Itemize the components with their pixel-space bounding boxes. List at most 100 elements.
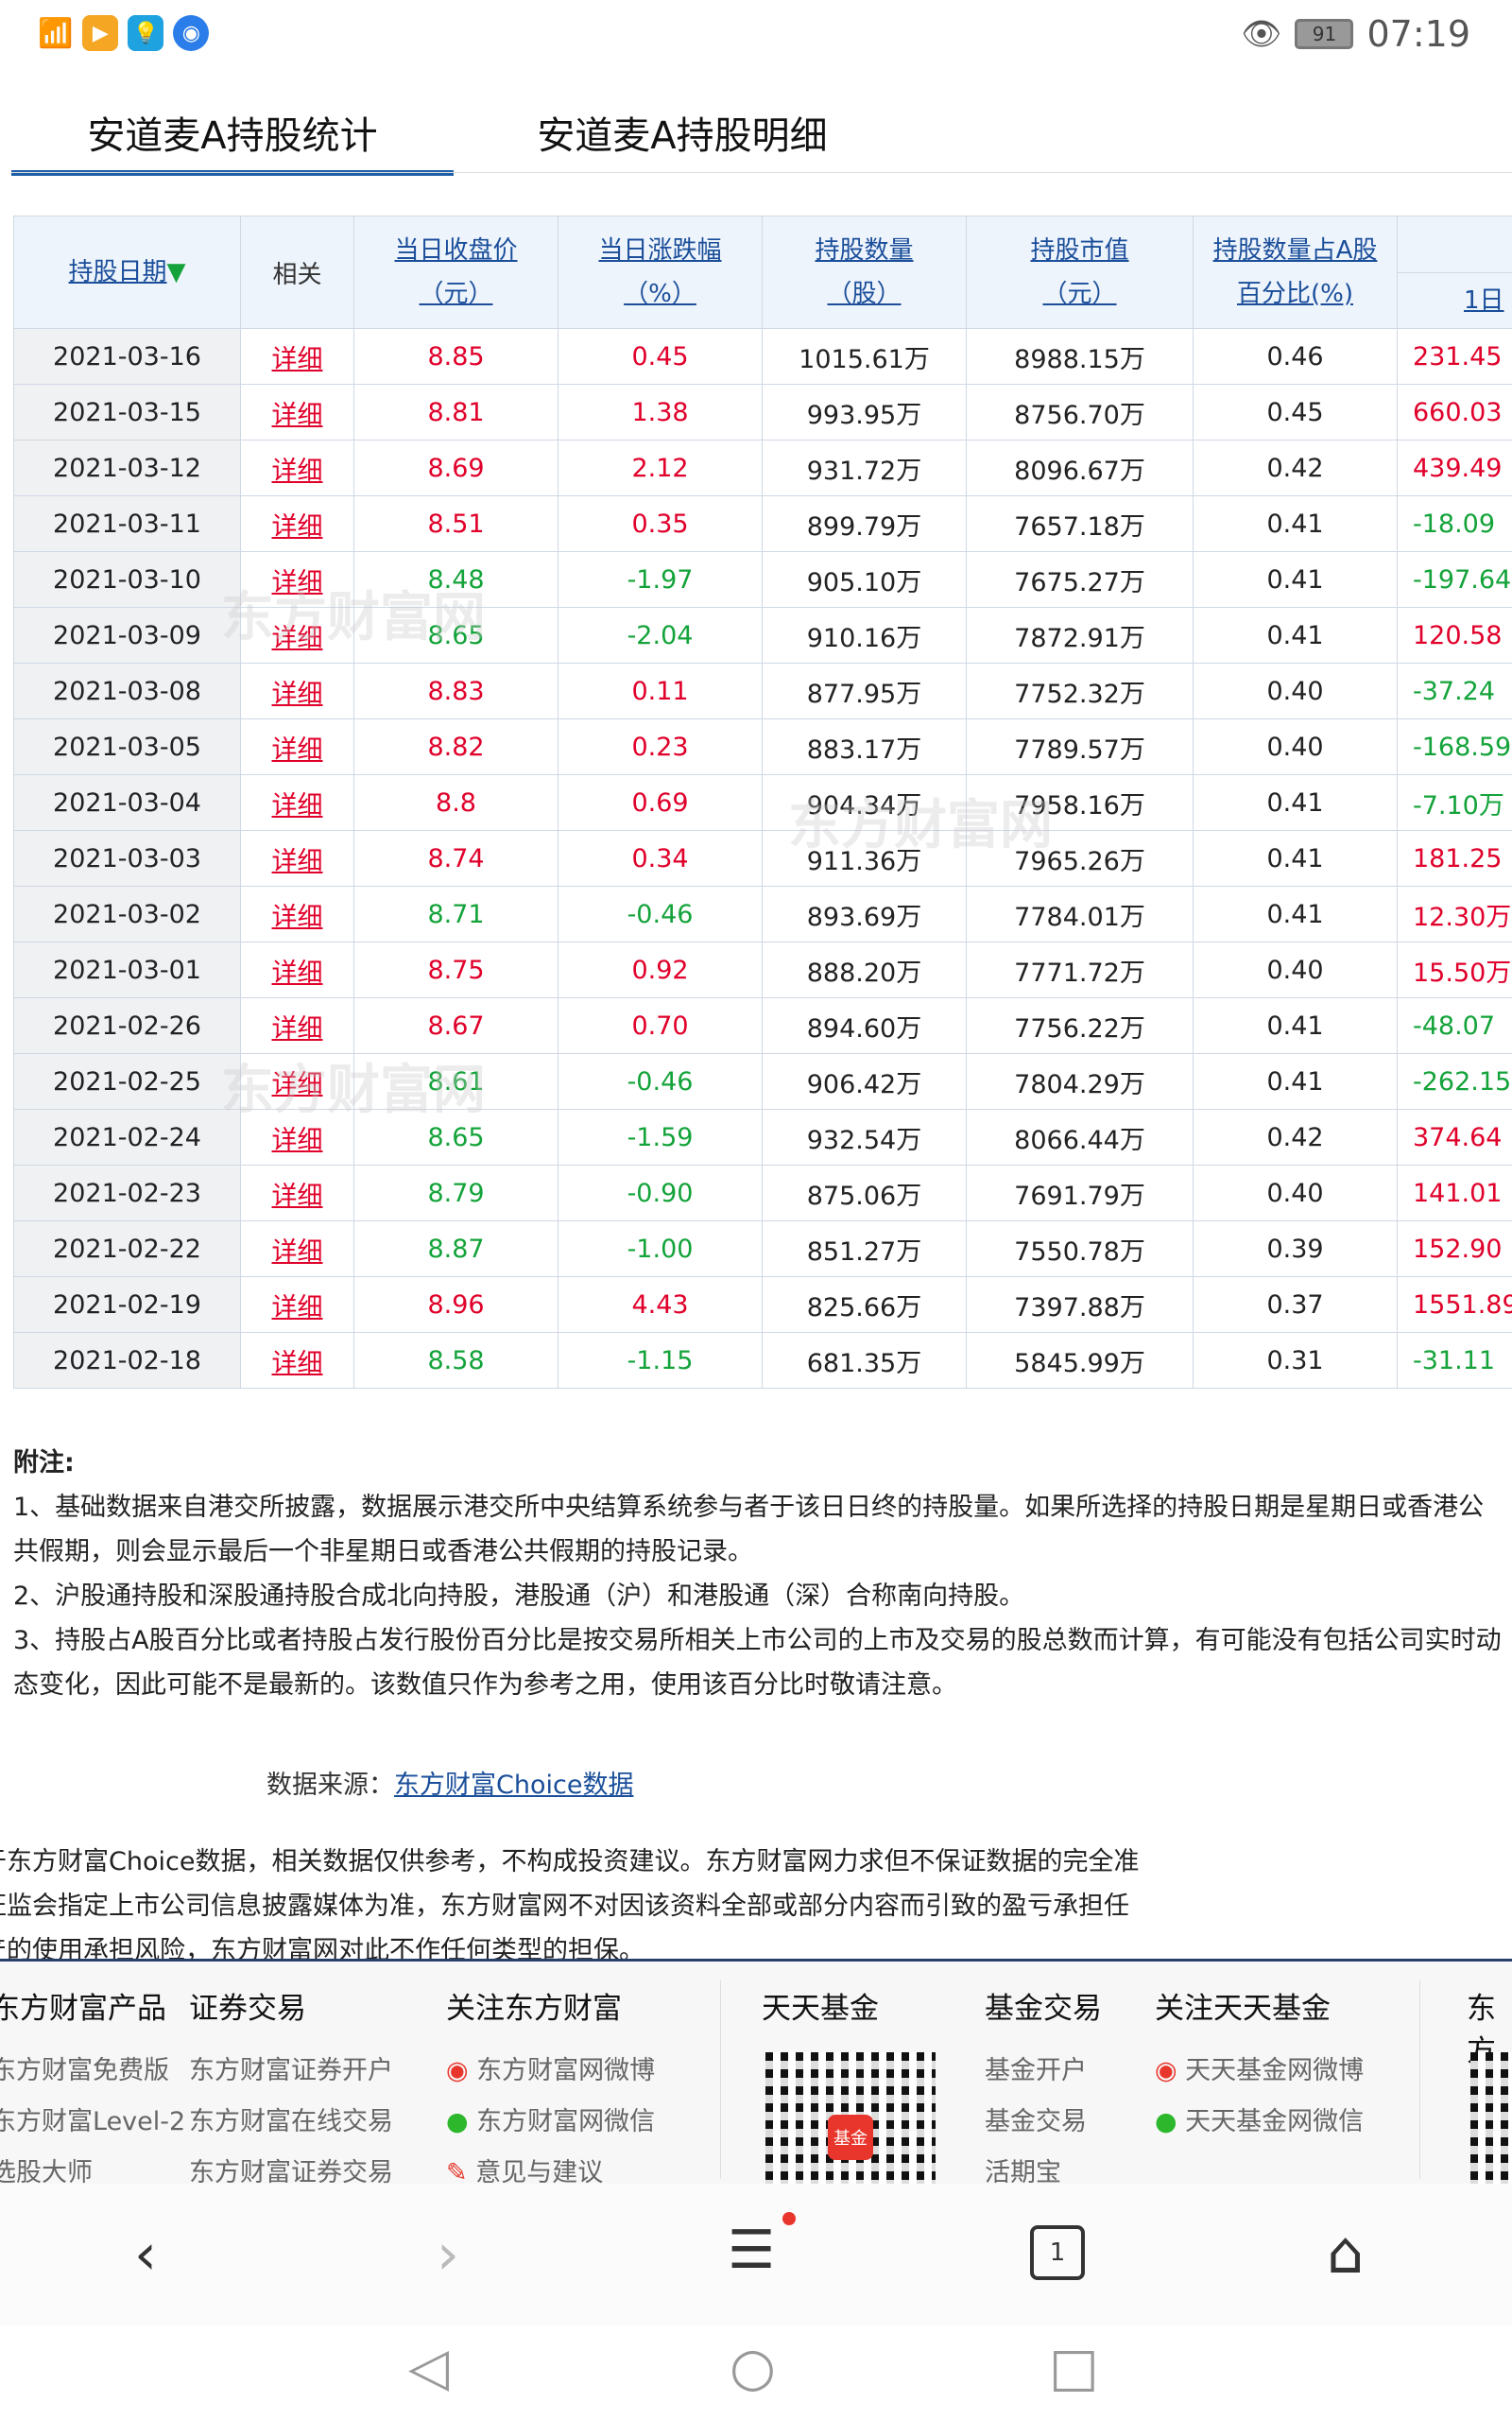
- cell-change-pct: 4.43: [558, 1276, 763, 1333]
- battery-indicator: 91: [1295, 19, 1354, 49]
- cell-date: 2021-03-08: [13, 663, 241, 719]
- footer-col-title: 东方财富产品: [0, 1992, 166, 2026]
- header-one-day[interactable]: 1日: [1397, 271, 1512, 329]
- system-recents-icon[interactable]: □: [1049, 2337, 1099, 2398]
- tab-holding-details[interactable]: 安道麦A持股明细: [465, 95, 900, 170]
- detail-link[interactable]: 详细: [240, 440, 354, 496]
- footer-link[interactable]: 基金开户: [985, 2046, 1102, 2097]
- detail-link[interactable]: 详细: [240, 1332, 354, 1389]
- footer-link[interactable]: 东方财富证券开户: [189, 2046, 393, 2097]
- forward-icon[interactable]: ›: [437, 2221, 459, 2288]
- footer-link-fund-wechat[interactable]: ● 天天基金网微信: [1155, 2097, 1364, 2148]
- header-close-price[interactable]: 当日收盘价 （元）: [353, 216, 558, 329]
- cell-shares: 1015.61万: [762, 328, 967, 385]
- cell-close-price: 8.71: [353, 886, 558, 942]
- menu-icon[interactable]: ☰: [728, 2220, 775, 2281]
- cell-one-day: 120.58: [1397, 607, 1512, 664]
- sort-down-arrow-icon: ▼: [166, 258, 186, 286]
- detail-link[interactable]: 详细: [240, 1165, 354, 1221]
- system-back-icon[interactable]: ◁: [408, 2337, 449, 2398]
- header-pct-of-a-shares[interactable]: 持股数量占A股 百分比(%): [1193, 216, 1398, 329]
- header-market-value[interactable]: 持股市值 （元）: [966, 216, 1194, 329]
- detail-link[interactable]: 详细: [240, 1053, 354, 1110]
- footer-link-feedback[interactable]: ✎ 意见与建议: [446, 2148, 655, 2187]
- cell-market-value: 7965.26万: [966, 830, 1194, 887]
- cell-change-pct: 0.70: [558, 997, 763, 1054]
- cell-one-day: 15.50万: [1397, 942, 1512, 998]
- detail-link[interactable]: 详细: [240, 384, 354, 441]
- detail-link[interactable]: 详细: [240, 886, 354, 942]
- footer-link[interactable]: 活期宝: [985, 2148, 1102, 2187]
- system-home-icon[interactable]: ○: [730, 2337, 776, 2398]
- table-row: 2021-03-05 详细 8.82 0.23 883.17万 7789.57万 0.40-…: [13, 718, 1512, 775]
- cell-close-price: 8.81: [353, 384, 558, 441]
- header-shares-line1: 持股数量: [815, 236, 914, 265]
- header-change-pct[interactable]: 当日涨跌幅 （%）: [558, 216, 763, 329]
- footer-link[interactable]: 东方财富证券交易: [189, 2148, 393, 2187]
- cell-one-day: 141.01: [1397, 1165, 1512, 1221]
- header-close-line2: （元）: [419, 280, 493, 308]
- header-change-line2: （%）: [624, 280, 696, 308]
- header-value-line2: （元）: [1042, 280, 1117, 308]
- tab-count-button[interactable]: 1: [1030, 2225, 1085, 2280]
- footer-link[interactable]: 东方财富在线交易: [189, 2097, 393, 2148]
- cell-market-value: 7784.01万: [966, 886, 1194, 942]
- detail-link[interactable]: 详细: [240, 830, 354, 887]
- detail-link[interactable]: 详细: [240, 1109, 354, 1166]
- table-row: 2021-02-19 详细 8.96 4.43 825.66万 7397.88万 0.37 1…: [13, 1276, 1512, 1333]
- detail-link[interactable]: 详细: [240, 328, 354, 385]
- holdings-table-container[interactable]: 持股日期▼ 相关 当日收盘价 （元） 当日涨跌幅 （%） 持股数量 （股） 持股…: [13, 216, 1512, 1393]
- table-row: 2021-03-10 详细 8.48 -1.97 905.10万 7675.27万 0.41…: [13, 551, 1512, 608]
- header-date-label: 持股日期: [68, 258, 167, 286]
- footer-link-wechat[interactable]: ● 东方财富网微信: [446, 2097, 655, 2148]
- footer-link[interactable]: 东方财富Level-2: [0, 2097, 185, 2148]
- table-row: 2021-03-04 详细 8.8 0.69 904.34万 7958.16万 0.41 -7…: [13, 774, 1512, 831]
- cell-close-price: 8.61: [353, 1053, 558, 1110]
- detail-link[interactable]: 详细: [240, 607, 354, 664]
- cell-change-pct: -0.90: [558, 1165, 763, 1221]
- detail-link[interactable]: 详细: [240, 997, 354, 1054]
- cell-shares: 893.69万: [762, 886, 967, 942]
- cell-date: 2021-02-24: [13, 1109, 241, 1166]
- cell-shares: 993.95万: [762, 384, 967, 441]
- header-related-label: 相关: [272, 260, 322, 289]
- wifi-icon: 📶: [38, 16, 74, 50]
- cell-date: 2021-02-18: [13, 1332, 241, 1389]
- footer-link[interactable]: 东方财富免费版: [0, 2046, 185, 2097]
- tab-holding-stats[interactable]: 安道麦A持股统计: [11, 95, 454, 176]
- browser-app-icon: ◉: [173, 15, 210, 51]
- cell-date: 2021-03-01: [13, 942, 241, 998]
- cell-pct: 0.41: [1193, 551, 1398, 608]
- disclaimer-line: 证监会指定上市公司信息披露媒体为准，东方财富网不对因该资料全部或部分内容而引致的…: [0, 1892, 1129, 1921]
- table-row: 2021-03-12 详细 8.69 2.12 931.72万 8096.67万 0.42 4…: [13, 440, 1512, 496]
- detail-link[interactable]: 详细: [240, 1220, 354, 1277]
- cell-close-price: 8.48: [353, 551, 558, 608]
- detail-link[interactable]: 详细: [240, 1276, 354, 1333]
- footer-link[interactable]: 基金交易: [985, 2097, 1102, 2148]
- header-date[interactable]: 持股日期▼: [13, 216, 241, 329]
- table-row: 2021-03-01 详细 8.75 0.92 888.20万 7771.72万 0.40 1…: [13, 942, 1512, 998]
- tab-bar: 安道麦A持股统计 安道麦A持股明细: [11, 95, 1512, 176]
- footer-link-weibo[interactable]: ◉ 东方财富网微博: [446, 2046, 655, 2097]
- header-shares[interactable]: 持股数量 （股）: [762, 216, 967, 329]
- home-icon[interactable]: ⌂: [1327, 2218, 1364, 2287]
- cell-close-price: 8.65: [353, 607, 558, 664]
- cell-change-pct: 0.11: [558, 663, 763, 719]
- qr-code-partial: [1470, 2052, 1512, 2187]
- cell-close-price: 8.67: [353, 997, 558, 1054]
- back-icon[interactable]: ‹: [134, 2221, 157, 2288]
- cell-one-day: -168.59: [1397, 718, 1512, 775]
- cell-market-value: 8096.67万: [966, 440, 1194, 496]
- cell-change-pct: 0.34: [558, 830, 763, 887]
- footer-link[interactable]: 选股大师: [0, 2148, 185, 2187]
- detail-link[interactable]: 详细: [240, 942, 354, 998]
- table-row: 2021-02-23 详细 8.79 -0.90 875.06万 7691.79万 0.40…: [13, 1165, 1512, 1221]
- detail-link[interactable]: 详细: [240, 551, 354, 608]
- detail-link[interactable]: 详细: [240, 495, 354, 552]
- cell-shares: 904.34万: [762, 774, 967, 831]
- detail-link[interactable]: 详细: [240, 718, 354, 775]
- detail-link[interactable]: 详细: [240, 774, 354, 831]
- source-link[interactable]: 东方财富Choice数据: [394, 1771, 633, 1800]
- detail-link[interactable]: 详细: [240, 663, 354, 719]
- footer-link-fund-weibo[interactable]: ◉ 天天基金网微博: [1155, 2046, 1364, 2097]
